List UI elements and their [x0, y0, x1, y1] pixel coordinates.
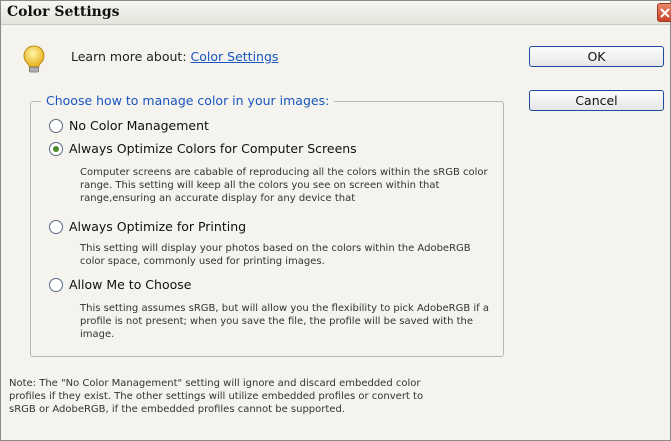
option-label: Always Optimize Colors for Computer Scre…: [69, 141, 357, 156]
radio-optimize-screens[interactable]: [49, 142, 63, 156]
close-icon: [660, 8, 670, 18]
dialog-title: Color Settings: [7, 4, 120, 20]
close-button[interactable]: [657, 3, 671, 22]
ok-button[interactable]: OK: [529, 46, 664, 67]
learn-more-row: Learn more about: Color Settings: [71, 49, 278, 64]
color-settings-help-link[interactable]: Color Settings: [191, 49, 279, 64]
radio-allow-me-to-choose[interactable]: [49, 278, 63, 292]
option-label: Allow Me to Choose: [69, 277, 192, 292]
title-bar[interactable]: Color Settings: [1, 1, 671, 25]
option-description: This setting will display your photos ba…: [80, 243, 471, 267]
color-management-note: Note: The "No Color Management" setting …: [9, 378, 424, 415]
group-legend: Choose how to manage color in your image…: [41, 93, 335, 108]
option-description: This setting assumes sRGB, but will allo…: [80, 303, 489, 340]
option-label: No Color Management: [69, 118, 209, 133]
cancel-button[interactable]: Cancel: [529, 90, 664, 111]
option-description: Computer screens are cabable of reproduc…: [80, 167, 488, 204]
option-label: Always Optimize for Printing: [69, 219, 247, 234]
color-settings-dialog: Color Settings Learn more about: Color S…: [0, 0, 671, 441]
lightbulb-icon: [23, 45, 45, 73]
radio-optimize-printing[interactable]: [49, 220, 63, 234]
radio-no-color-management[interactable]: [49, 119, 63, 133]
learn-more-label: Learn more about:: [71, 49, 187, 64]
